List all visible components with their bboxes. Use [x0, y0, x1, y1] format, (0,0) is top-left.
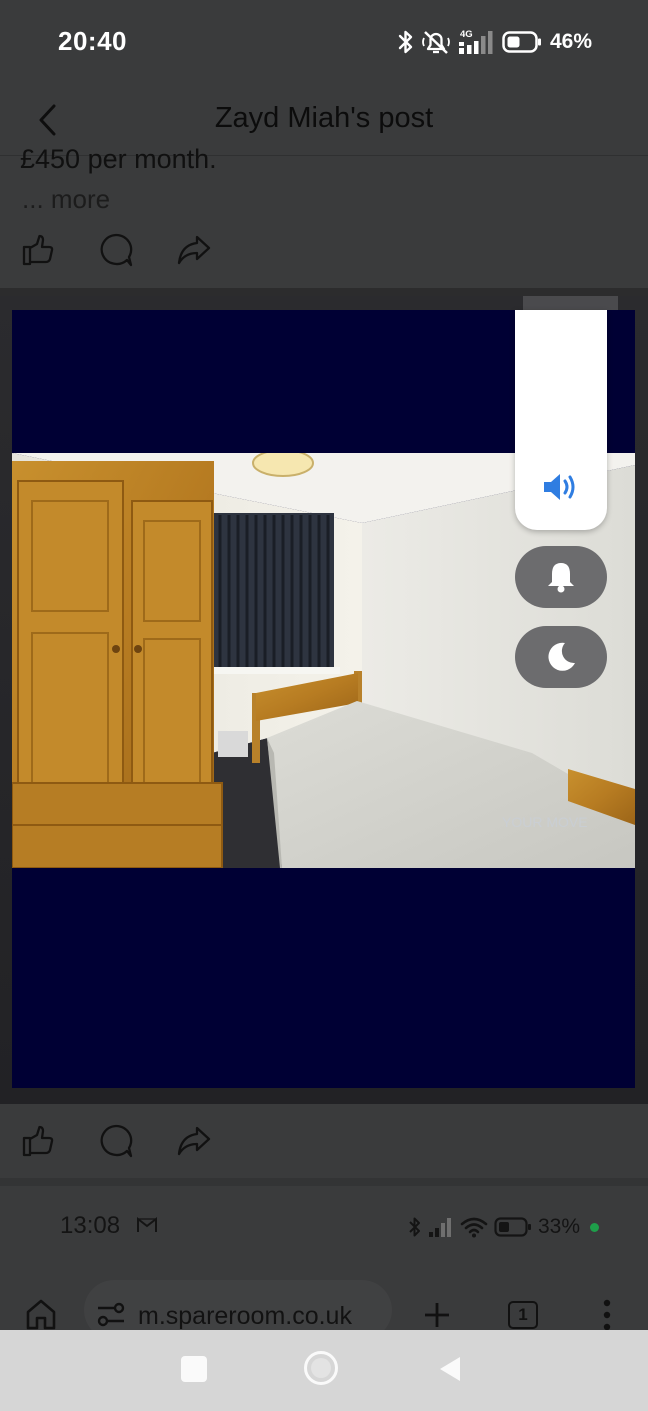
moon-icon: [548, 642, 575, 671]
privacy-indicator-dot: [590, 1222, 600, 1232]
bluetooth-icon: [398, 29, 414, 55]
volume-slider[interactable]: [515, 310, 607, 530]
more-vertical-icon: [603, 1299, 611, 1331]
lower-divider: [0, 1178, 648, 1186]
back-triangle-icon: [440, 1357, 460, 1381]
battery-icon: [494, 1217, 531, 1237]
signal-icon: 4G: [458, 28, 494, 56]
url-text: m.spareroom.co.uk: [138, 1302, 352, 1330]
comment-icon: [100, 233, 133, 267]
media-tab-handle: [523, 296, 618, 310]
inner-status-icons: 33%: [408, 1212, 600, 1242]
like-icon: [22, 1125, 54, 1157]
system-navigation-bar: [0, 1330, 648, 1411]
post-actions-top: [20, 230, 220, 270]
comment-button[interactable]: [98, 232, 134, 268]
home-circle-icon: [311, 1358, 331, 1378]
share-icon: [177, 235, 211, 265]
bluetooth-icon: [409, 1217, 420, 1237]
status-icons: 4G 46%: [398, 26, 592, 58]
share-button[interactable]: [176, 232, 212, 268]
browser-toolbar: m.spareroom.co.uk 1: [0, 1278, 648, 1340]
post-actions-bottom: [20, 1121, 220, 1161]
comment-button[interactable]: [98, 1123, 134, 1159]
bell-icon: [548, 563, 574, 593]
share-button[interactable]: [176, 1123, 212, 1159]
inner-battery-level: 33%: [538, 1215, 581, 1238]
inner-status-time: 13:08: [60, 1212, 121, 1239]
status-time: 20:40: [58, 26, 127, 56]
svg-text:4G: 4G: [460, 29, 473, 40]
like-button[interactable]: [20, 1123, 56, 1159]
feed-separator: [0, 288, 648, 296]
wifi-icon: [460, 1217, 488, 1238]
silent-icon: [422, 29, 450, 55]
tab-switcher-button[interactable]: 1: [508, 1301, 538, 1329]
signal-icon: [429, 1218, 451, 1237]
battery-icon: [502, 30, 542, 54]
ring-mode-button[interactable]: [515, 546, 607, 608]
gmail-icon: [137, 1216, 157, 1232]
speaker-icon: [544, 474, 575, 500]
home-icon: [26, 1299, 56, 1330]
comment-icon: [100, 1124, 133, 1158]
share-icon: [177, 1126, 211, 1156]
plus-icon: [425, 1303, 449, 1327]
recents-button[interactable]: [181, 1356, 207, 1382]
like-icon: [22, 234, 54, 266]
page-title: Zayd Miah's post: [214, 102, 434, 134]
post-price-text: £450 per month.: [20, 144, 217, 174]
photo-watermark: YOUR MOVE: [502, 814, 588, 830]
battery-level: 46%: [549, 30, 592, 53]
status-bar: 20:40 4G 46%: [0, 0, 648, 84]
see-more-link[interactable]: ... more: [22, 184, 110, 215]
home-button[interactable]: [304, 1351, 338, 1385]
back-nav-button[interactable]: [438, 1355, 462, 1388]
like-button[interactable]: [20, 232, 56, 268]
site-settings-icon: [97, 1302, 125, 1327]
dnd-mode-button[interactable]: [515, 626, 607, 688]
